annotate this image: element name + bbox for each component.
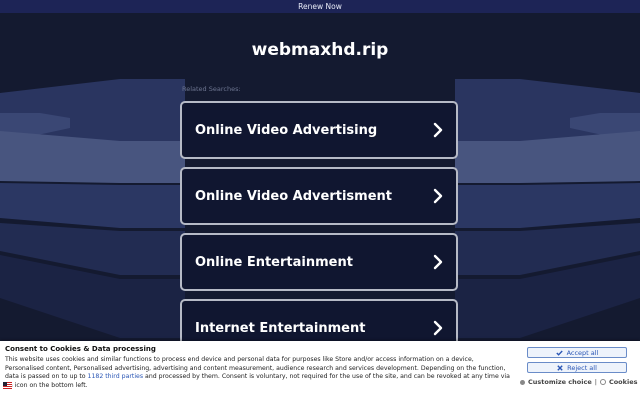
chevron-right-icon — [433, 188, 443, 204]
cookies-link[interactable]: Cookies — [609, 378, 638, 386]
consent-title: Consent to Cookies & Data processing — [5, 345, 156, 353]
chevron-right-icon — [433, 254, 443, 270]
third-parties-link[interactable]: 1182 third parties — [88, 373, 144, 380]
cookie-icon — [599, 379, 606, 385]
customize-choice-link[interactable]: Customize choice — [528, 378, 592, 386]
accept-all-label: Accept all — [566, 348, 599, 357]
related-search-label: Online Entertainment — [195, 254, 353, 270]
chevron-right-icon — [433, 320, 443, 336]
chevron-right-icon — [433, 122, 443, 138]
gear-icon — [520, 379, 525, 385]
link-separator: | — [594, 378, 597, 386]
close-icon — [557, 364, 563, 371]
related-search-link[interactable]: Online Video Advertisment — [180, 167, 458, 225]
reject-all-label: Reject all — [567, 363, 597, 372]
reject-all-button[interactable]: Reject all — [527, 362, 627, 373]
renew-now-label: Renew Now — [298, 2, 342, 11]
checkmark-icon — [555, 350, 563, 356]
related-searches-label: Related Searches: — [182, 85, 241, 93]
related-search-label: Online Video Advertising — [195, 122, 378, 138]
consent-secondary-links: Customize choice | Cookies — [520, 378, 637, 386]
renew-now-banner[interactable]: Renew Now — [0, 0, 640, 13]
accept-all-button[interactable]: Accept all — [527, 347, 627, 358]
consent-text: This website uses cookies and similar fu… — [5, 356, 510, 390]
related-search-label: Internet Entertainment — [195, 320, 366, 336]
related-search-label: Online Video Advertisment — [195, 188, 392, 204]
flag-icon[interactable] — [3, 382, 12, 389]
related-search-link[interactable]: Online Entertainment — [180, 233, 458, 291]
cookie-consent-banner: Consent to Cookies & Data processing Thi… — [0, 341, 640, 400]
site-domain-title: webmaxhd.rip — [251, 40, 389, 60]
related-search-link[interactable]: Online Video Advertising — [180, 101, 458, 159]
